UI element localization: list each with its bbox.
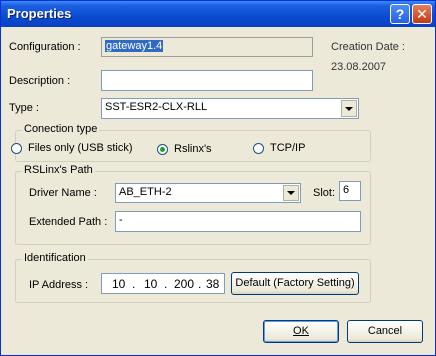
extended-path-value: - — [119, 214, 123, 226]
radio-files-only-label: Files only (USB stick) — [28, 142, 133, 154]
chevron-down-icon — [345, 106, 353, 111]
rslinx-path-title: RSLinx's Path — [22, 164, 95, 176]
type-value: SST-ESR2-CLX-RLL — [105, 101, 208, 113]
ip-dot: . — [132, 277, 136, 291]
title-bar[interactable]: Properties ? ✕ — [1, 1, 435, 27]
help-button[interactable]: ? — [390, 4, 410, 24]
close-button[interactable]: ✕ — [412, 4, 432, 24]
creation-date-value: 23.08.2007 — [331, 61, 387, 73]
type-label: Type : — [9, 102, 39, 114]
ip-address-label: IP Address : — [29, 279, 89, 291]
creation-date-label: Creation Date : — [331, 41, 405, 53]
driver-name-label: Driver Name : — [29, 187, 97, 199]
window-title: Properties — [7, 6, 72, 21]
radio-circle-icon — [11, 142, 22, 154]
chevron-down-icon — [287, 191, 295, 195]
configuration-field[interactable]: gateway1.4 — [101, 37, 313, 57]
connection-type-title: Conection type — [22, 123, 100, 135]
driver-name-select[interactable]: AB_ETH-2 — [115, 183, 301, 203]
default-factory-label: Default (Factory Setting) — [235, 277, 355, 289]
radio-files-only[interactable]: Files only (USB stick) — [11, 142, 133, 154]
radio-tcpip-label: TCP/IP — [270, 142, 306, 154]
radio-rslinx[interactable]: Rslinx's — [157, 143, 212, 155]
radio-selected-icon — [157, 143, 168, 155]
type-select[interactable]: SST-ESR2-CLX-RLL — [101, 98, 359, 119]
description-field[interactable] — [101, 70, 313, 91]
default-factory-button[interactable]: Default (Factory Setting) — [231, 272, 359, 295]
help-icon: ? — [395, 6, 405, 22]
radio-tcpip[interactable]: TCP/IP — [253, 142, 305, 154]
ip-dot: . — [164, 277, 168, 291]
extended-path-field[interactable]: - — [115, 211, 361, 232]
ok-button[interactable]: OK — [263, 320, 339, 343]
radio-circle-icon — [253, 142, 264, 154]
ip-octet-3[interactable]: 200 — [174, 277, 194, 291]
close-icon: ✕ — [416, 6, 428, 22]
configuration-label: Configuration : — [9, 41, 81, 53]
description-label: Description : — [9, 75, 71, 87]
ip-octet-4[interactable]: 38 — [206, 277, 219, 291]
configuration-value: gateway1.4 — [105, 40, 164, 52]
identification-title: Identification — [22, 252, 88, 264]
extended-path-label: Extended Path : — [29, 216, 108, 228]
slot-field[interactable]: 6 — [339, 181, 361, 201]
properties-dialog: Properties ? ✕ Configuration : gateway1.… — [0, 0, 436, 356]
driver-name-value: AB_ETH-2 — [119, 186, 172, 198]
cancel-label: Cancel — [367, 325, 403, 337]
slot-label: Slot: — [313, 187, 336, 199]
ip-octet-1[interactable]: 10 — [112, 277, 125, 291]
ip-address-field[interactable]: 10 . 10 . 200 . 38 — [101, 273, 225, 294]
type-dropdown-button[interactable] — [341, 100, 357, 117]
slot-value: 6 — [343, 184, 350, 196]
cancel-button[interactable]: Cancel — [347, 320, 423, 343]
ip-dot: . — [198, 277, 202, 291]
ok-label: OK — [293, 325, 309, 337]
radio-rslinx-label: Rslinx's — [174, 143, 212, 155]
ip-octet-2[interactable]: 10 — [144, 277, 157, 291]
driver-dropdown-button[interactable] — [283, 185, 299, 201]
